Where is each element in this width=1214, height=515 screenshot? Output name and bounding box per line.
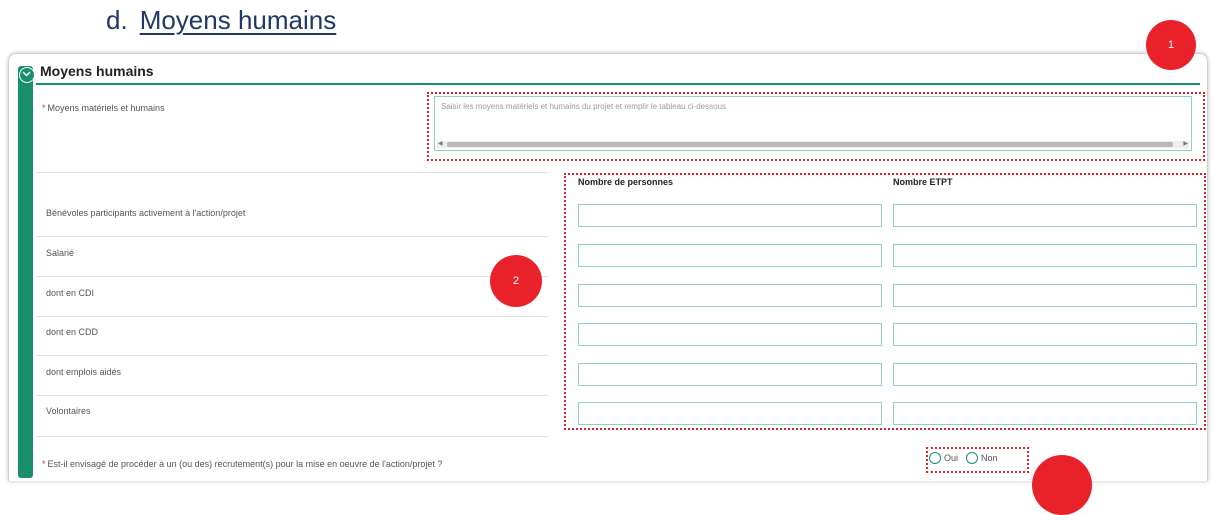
marker-3: 3 bbox=[1032, 455, 1092, 515]
column-header-persons: Nombre de personnes bbox=[578, 177, 674, 187]
column-header-etpt: Nombre ETPT bbox=[893, 177, 953, 187]
radio-yes[interactable]: Oui bbox=[929, 452, 958, 464]
recruitment-question-text: Est-il envisagé de procéder à un (ou des… bbox=[47, 459, 443, 469]
input-cdi-etpt[interactable] bbox=[893, 284, 1197, 307]
row-label-cdd: dont en CDD bbox=[46, 327, 99, 337]
required-asterisk: * bbox=[42, 459, 46, 469]
input-aided-persons[interactable] bbox=[578, 363, 882, 386]
radio-no-circle[interactable] bbox=[966, 452, 979, 464]
heading-number: d. bbox=[106, 5, 128, 35]
input-employee-persons[interactable] bbox=[578, 244, 882, 267]
section-divider bbox=[36, 83, 1200, 85]
row-label-volunteers: Bénévoles participants activement à l'ac… bbox=[46, 208, 246, 218]
row-label-employee: Salarié bbox=[46, 248, 75, 258]
required-asterisk: * bbox=[42, 103, 46, 113]
row-separator bbox=[36, 316, 548, 317]
row-separator bbox=[36, 355, 548, 356]
section-accent-stripe bbox=[18, 66, 33, 478]
row-label-cdi: dont en CDI bbox=[46, 288, 95, 298]
section-title: Moyens humains bbox=[40, 63, 154, 79]
chevron-down-icon[interactable] bbox=[19, 67, 35, 83]
marker-2: 2 bbox=[490, 255, 542, 307]
document-heading: d. Moyens humains bbox=[106, 5, 336, 36]
row-separator bbox=[36, 276, 548, 277]
radio-no[interactable]: Non bbox=[966, 452, 998, 464]
input-civic-etpt[interactable] bbox=[893, 402, 1197, 425]
row-separator bbox=[36, 436, 548, 437]
recruitment-question: * Est-il envisagé de procéder à un (ou de… bbox=[42, 459, 442, 469]
input-volunteers-etpt[interactable] bbox=[893, 204, 1197, 227]
radio-yes-circle[interactable] bbox=[929, 452, 941, 464]
materials-field-label: * Moyens matériels et humains bbox=[42, 103, 165, 113]
input-cdi-persons[interactable] bbox=[578, 284, 882, 307]
table-top-separator bbox=[36, 172, 548, 173]
input-civic-persons[interactable] bbox=[578, 402, 882, 425]
row-label-civic-volunteers: Volontaires bbox=[46, 406, 91, 416]
radio-yes-label: Oui bbox=[944, 453, 959, 463]
input-cdd-etpt[interactable] bbox=[893, 323, 1197, 346]
recruitment-radio-group: Oui Non bbox=[929, 452, 998, 464]
radio-no-label: Non bbox=[981, 453, 998, 463]
input-employee-etpt[interactable] bbox=[893, 244, 1197, 267]
heading-title: Moyens humains bbox=[139, 5, 337, 35]
highlight-box-1 bbox=[427, 92, 1205, 161]
row-separator bbox=[36, 236, 548, 237]
marker-1: 1 bbox=[1146, 20, 1196, 70]
materials-label-text: Moyens matériels et humains bbox=[47, 103, 165, 113]
row-label-aided-jobs: dont emplois aidés bbox=[46, 367, 122, 377]
input-cdd-persons[interactable] bbox=[578, 323, 882, 346]
row-separator bbox=[36, 395, 548, 396]
input-aided-etpt[interactable] bbox=[893, 363, 1197, 386]
input-volunteers-persons[interactable] bbox=[578, 204, 882, 227]
